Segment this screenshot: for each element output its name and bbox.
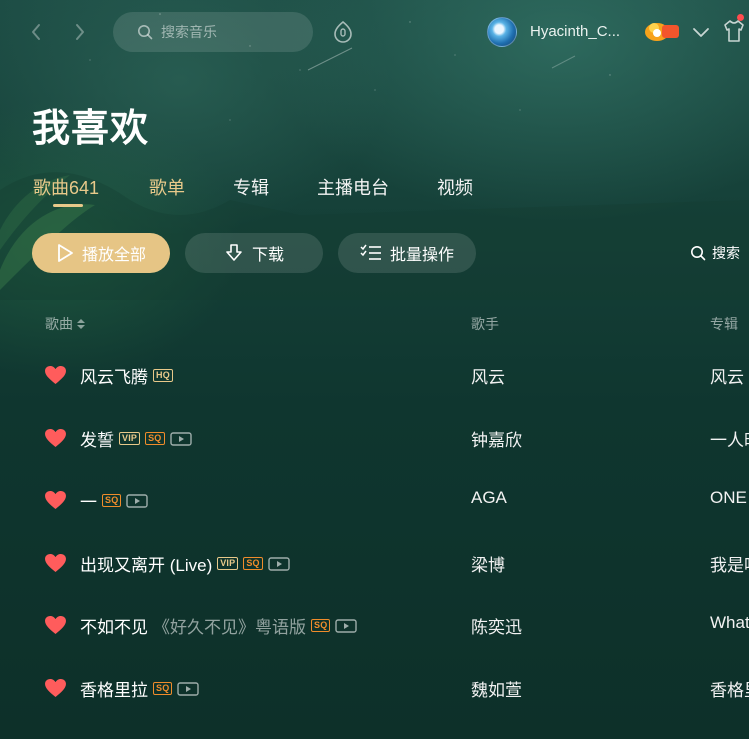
tab-radio[interactable]: 主播电台 bbox=[317, 174, 389, 200]
album-link[interactable]: ONE bbox=[710, 488, 749, 508]
play-all-button[interactable]: 播放全部 bbox=[32, 233, 170, 273]
forward-button[interactable] bbox=[68, 20, 92, 44]
tab-active-indicator bbox=[53, 204, 83, 207]
mv-icon[interactable] bbox=[177, 681, 200, 696]
album-link[interactable]: 我是唱 bbox=[710, 551, 749, 576]
song-title-cell: 发誓 VIP SQ bbox=[80, 426, 192, 451]
song-title-cell: 一 SQ bbox=[80, 488, 149, 513]
song-title-cell: 不如不见 《好久不见》粤语版 SQ bbox=[80, 613, 358, 638]
column-header-artist: 歌手 bbox=[471, 316, 499, 332]
heart-icon[interactable] bbox=[44, 553, 67, 573]
mv-icon[interactable] bbox=[268, 556, 290, 571]
chevron-down-icon[interactable] bbox=[692, 24, 710, 40]
local-search-button[interactable]: 搜索 bbox=[690, 243, 740, 263]
sq-badge: SQ bbox=[102, 494, 122, 507]
username[interactable]: Hyacinth_C... bbox=[530, 23, 620, 40]
table-row[interactable]: 香格里拉 SQ 魏如萱 香格里 bbox=[0, 678, 749, 739]
album-link[interactable]: 一人时 bbox=[710, 426, 749, 451]
artist-link[interactable]: 钟嘉欣 bbox=[471, 426, 522, 451]
song-title-cell: 香格里拉 SQ bbox=[80, 676, 200, 701]
tab-videos[interactable]: 视频 bbox=[437, 174, 473, 200]
heart-icon[interactable] bbox=[44, 428, 67, 448]
download-label: 下载 bbox=[251, 247, 284, 264]
checklist-icon bbox=[360, 244, 381, 260]
song-title: 发誓 bbox=[80, 431, 114, 450]
artist-link[interactable]: 陈奕迅 bbox=[471, 613, 522, 638]
mv-icon[interactable] bbox=[126, 493, 149, 508]
table-row[interactable]: 一 SQ AGA ONE bbox=[0, 488, 749, 552]
column-header-song-label: 歌曲 bbox=[45, 316, 73, 332]
chevron-left-icon bbox=[32, 24, 40, 40]
play-icon bbox=[58, 244, 73, 262]
song-title: 香格里拉 bbox=[80, 681, 148, 700]
page-title: 我喜欢 bbox=[32, 108, 150, 150]
table-row[interactable]: 风云飞腾 HQ 风云 风云 bbox=[0, 365, 749, 427]
artist-link[interactable]: AGA bbox=[471, 488, 507, 508]
song-title-cell: 出现又离开 (Live) VIP SQ bbox=[80, 551, 290, 576]
artist-link[interactable]: 风云 bbox=[471, 363, 505, 388]
search-icon bbox=[691, 246, 706, 261]
song-subtitle: 《好久不见》粤语版 bbox=[153, 618, 306, 637]
column-header-album: 专辑 bbox=[710, 316, 738, 332]
song-title: 出现又离开 (Live) bbox=[80, 556, 213, 575]
heart-icon[interactable] bbox=[44, 365, 67, 385]
avatar[interactable] bbox=[487, 17, 517, 47]
tab-albums[interactable]: 专辑 bbox=[233, 174, 269, 200]
top-bar: Hyacinth_C... bbox=[0, 0, 749, 64]
album-link[interactable]: 风云 bbox=[710, 363, 749, 388]
sort-icon[interactable] bbox=[76, 318, 86, 330]
artist-link[interactable]: 魏如萱 bbox=[471, 676, 522, 701]
sq-badge: SQ bbox=[243, 557, 263, 570]
heart-icon[interactable] bbox=[44, 678, 67, 698]
table-row[interactable]: 发誓 VIP SQ 钟嘉欣 一人时 bbox=[0, 428, 749, 490]
mic-icon[interactable] bbox=[332, 20, 354, 44]
song-title: 不如不见 bbox=[80, 618, 148, 637]
song-title: 一 bbox=[80, 493, 97, 512]
column-header-song[interactable]: 歌曲 bbox=[45, 314, 86, 334]
song-title-cell: 风云飞腾 HQ bbox=[80, 363, 173, 388]
download-icon bbox=[226, 244, 242, 261]
sq-badge: SQ bbox=[311, 619, 331, 632]
play-all-label: 播放全部 bbox=[81, 247, 146, 264]
table-row[interactable]: 出现又离开 (Live) VIP SQ 梁博 我是唱 bbox=[0, 553, 749, 615]
search-box[interactable] bbox=[113, 12, 313, 52]
sq-badge: SQ bbox=[145, 432, 165, 445]
mv-icon[interactable] bbox=[169, 431, 192, 446]
artist-link[interactable]: 梁博 bbox=[471, 551, 505, 576]
sq-badge: SQ bbox=[153, 682, 173, 695]
shirt-icon[interactable] bbox=[722, 18, 746, 44]
album-link[interactable]: What bbox=[710, 613, 749, 633]
table-row[interactable]: 不如不见 《好久不见》粤语版 SQ 陈奕迅 What bbox=[0, 613, 749, 677]
batch-operation-label: 批量操作 bbox=[389, 247, 454, 264]
hq-badge: HQ bbox=[153, 369, 173, 382]
heart-icon[interactable] bbox=[44, 490, 67, 510]
mv-icon[interactable] bbox=[335, 618, 358, 633]
batch-operation-button[interactable]: 批量操作 bbox=[338, 233, 476, 273]
search-icon bbox=[138, 25, 153, 40]
tab-songs[interactable]: 歌曲641 bbox=[33, 174, 99, 200]
song-title: 风云飞腾 bbox=[80, 368, 148, 387]
download-button[interactable]: 下载 bbox=[185, 233, 323, 273]
album-link[interactable]: 香格里 bbox=[710, 676, 749, 701]
vip-badge-icon[interactable] bbox=[644, 20, 680, 42]
search-input[interactable] bbox=[161, 24, 301, 40]
back-button[interactable] bbox=[24, 20, 48, 44]
chevron-right-icon bbox=[76, 24, 84, 40]
vip-badge: VIP bbox=[217, 557, 239, 570]
heart-icon[interactable] bbox=[44, 615, 67, 635]
local-search-label: 搜索 bbox=[712, 245, 740, 261]
tab-playlists[interactable]: 歌单 bbox=[149, 174, 185, 200]
vip-badge: VIP bbox=[119, 432, 141, 445]
notification-dot bbox=[737, 14, 744, 21]
